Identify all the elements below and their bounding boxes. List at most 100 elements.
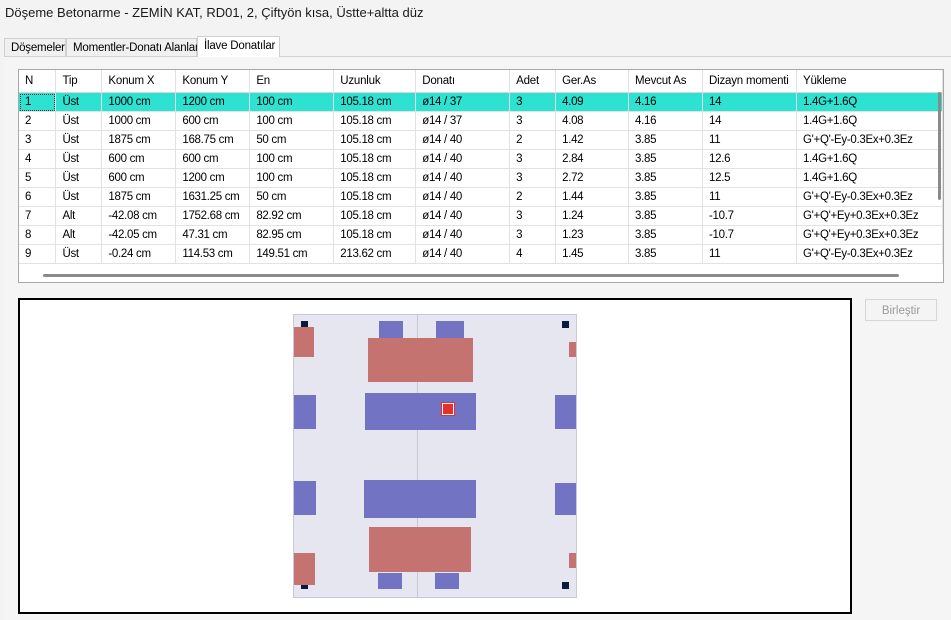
table-cell: 105.18 cm <box>333 206 417 226</box>
table-cell: 4 <box>509 244 557 264</box>
top-rebar-zone[interactable] <box>294 481 316 515</box>
table-cell: 105.18 cm <box>333 168 417 188</box>
top-rebar-zone[interactable] <box>379 321 403 339</box>
table-cell: 12.6 <box>702 149 797 169</box>
table-cell: 600 cm <box>101 149 177 169</box>
table-cell: Üst <box>55 111 103 131</box>
bottom-rebar-zone[interactable] <box>369 527 471 572</box>
column-header[interactable]: N <box>19 70 57 93</box>
table-row[interactable]: 9 Üst -0.24 cm 114.53 cm 149.51 cm 213.62 cm ø… <box>19 244 943 264</box>
table-cell: 100 cm <box>249 92 335 112</box>
column-header[interactable]: Yükleme <box>796 70 943 93</box>
table-cell: 1200 cm <box>175 168 251 188</box>
table-cell: 600 cm <box>101 168 177 188</box>
bottom-rebar-zone[interactable] <box>294 553 315 585</box>
table-row[interactable]: 6 Üst 1875 cm 1631.25 cm 50 cm 105.18 cm ø14 /… <box>19 187 943 207</box>
horizontal-scroll-thumb[interactable] <box>43 274 899 277</box>
table-cell: 105.18 cm <box>333 130 417 150</box>
table-row[interactable]: 5 Üst 600 cm 1200 cm 100 cm 105.18 cm ø14 / 40… <box>19 168 943 188</box>
top-rebar-zone[interactable] <box>435 573 459 589</box>
bottom-rebar-zone[interactable] <box>294 327 314 357</box>
table-cell: ø14 / 37 <box>415 111 511 131</box>
bottom-rebar-zone[interactable] <box>368 338 473 382</box>
table-cell: 2 <box>19 111 57 131</box>
corner-column <box>562 321 569 328</box>
table-cell: -0.24 cm <box>101 244 177 264</box>
table-row[interactable]: 3 Üst 1875 cm 168.75 cm 50 cm 105.18 cm ø14 / … <box>19 130 943 150</box>
top-rebar-zone[interactable] <box>378 573 402 589</box>
table-row[interactable]: 4 Üst 600 cm 600 cm 100 cm 105.18 cm ø14 / 40 3… <box>19 149 943 169</box>
bottom-rebar-zone[interactable] <box>569 553 576 568</box>
table-cell: 11 <box>702 244 797 264</box>
selected-rebar-marker[interactable] <box>441 402 455 416</box>
table-cell: 1875 cm <box>101 187 177 207</box>
top-rebar-zone[interactable] <box>555 483 576 515</box>
horizontal-scrollbar[interactable] <box>19 268 943 282</box>
table-cell: 149.51 cm <box>249 244 335 264</box>
table-cell: Üst <box>55 149 103 169</box>
table-row[interactable]: 1 Üst 1000 cm 1200 cm 100 cm 105.18 cm ø14 / 3… <box>19 92 943 112</box>
rebar-table: N Tip Konum X Konum Y En Uzunluk Donatı Adet Ger… <box>18 69 944 283</box>
table-cell: ø14 / 40 <box>415 149 511 169</box>
bottom-rebar-zone[interactable] <box>569 342 576 357</box>
column-header[interactable]: Uzunluk <box>333 70 417 93</box>
table-cell: 1.24 <box>555 206 630 226</box>
vertical-scrollbar[interactable] <box>935 70 943 266</box>
table-cell: 82.92 cm <box>249 206 335 226</box>
column-header[interactable]: Tip <box>55 70 103 93</box>
table-cell: G'+Q'+Ey+0.3Ex+0.3Ez <box>796 206 943 226</box>
table-cell: 3 <box>509 206 557 226</box>
corner-column <box>562 582 569 589</box>
column-header[interactable]: Mevcut As <box>628 70 703 93</box>
table-cell: 1.44 <box>555 187 630 207</box>
top-rebar-zone[interactable] <box>294 395 316 429</box>
table-cell: Üst <box>55 168 103 188</box>
table-cell: G'+Q'-Ey-0.3Ex+0.3Ez <box>796 187 943 207</box>
column-header[interactable]: Konum Y <box>175 70 251 93</box>
tab-moments-rebar-areas[interactable]: Momentler-Donatı Alanları <box>66 38 202 56</box>
table-cell: 105.18 cm <box>333 111 417 131</box>
table-cell: 3 <box>509 111 557 131</box>
table-cell: 105.18 cm <box>333 225 417 245</box>
table-row[interactable]: 8 Alt -42.05 cm 47.31 cm 82.95 cm 105.18 cm ø1… <box>19 225 943 245</box>
table-cell: ø14 / 40 <box>415 244 511 264</box>
column-header[interactable]: Donatı <box>415 70 511 93</box>
table-cell: -10.7 <box>702 225 797 245</box>
top-rebar-zone[interactable] <box>555 395 576 429</box>
table-cell: ø14 / 40 <box>415 187 511 207</box>
table-cell: 8 <box>19 225 57 245</box>
top-rebar-zone[interactable] <box>364 480 476 518</box>
table-cell: 105.18 cm <box>333 92 417 112</box>
tab-slabs[interactable]: Döşemeler <box>4 38 66 56</box>
column-header[interactable]: En <box>249 70 335 93</box>
top-rebar-zone[interactable] <box>436 321 464 339</box>
table-cell: 3 <box>509 149 557 169</box>
table-cell: 3.85 <box>628 187 703 207</box>
table-cell: Üst <box>55 244 103 264</box>
table-cell: 9 <box>19 244 57 264</box>
tab-additional-rebars[interactable]: İlave Donatılar <box>197 36 280 57</box>
table-cell: 7 <box>19 206 57 226</box>
table-cell: 600 cm <box>175 111 251 131</box>
vertical-scroll-thumb[interactable] <box>938 92 941 200</box>
table-row[interactable]: 7 Alt -42.08 cm 1752.68 cm 82.92 cm 105.18 cm… <box>19 206 943 226</box>
table-cell: 4.09 <box>555 92 630 112</box>
table-cell: 3.85 <box>628 168 703 188</box>
column-header[interactable]: Ger.As <box>555 70 630 93</box>
table-cell: 100 cm <box>249 111 335 131</box>
table-cell: Alt <box>55 225 103 245</box>
table-cell: 14 <box>702 92 797 112</box>
column-header[interactable]: Konum X <box>101 70 177 93</box>
top-rebar-zone[interactable] <box>365 393 476 430</box>
merge-button[interactable]: Birleştir <box>865 299 937 321</box>
table-cell: ø14 / 40 <box>415 130 511 150</box>
table-cell: 213.62 cm <box>333 244 417 264</box>
column-header[interactable]: Dizayn momenti <box>702 70 797 93</box>
table-cell: 1.42 <box>555 130 630 150</box>
tab-content: N Tip Konum X Konum Y En Uzunluk Donatı Adet Ger… <box>4 56 951 620</box>
column-header[interactable]: Adet <box>509 70 557 93</box>
table-cell: G'+Q'-Ey-0.3Ex+0.3Ez <box>796 130 943 150</box>
table-cell: 1875 cm <box>101 130 177 150</box>
table-row[interactable]: 2 Üst 1000 cm 600 cm 100 cm 105.18 cm ø14 / 37… <box>19 111 943 131</box>
slab-drawing-canvas[interactable] <box>18 298 852 614</box>
